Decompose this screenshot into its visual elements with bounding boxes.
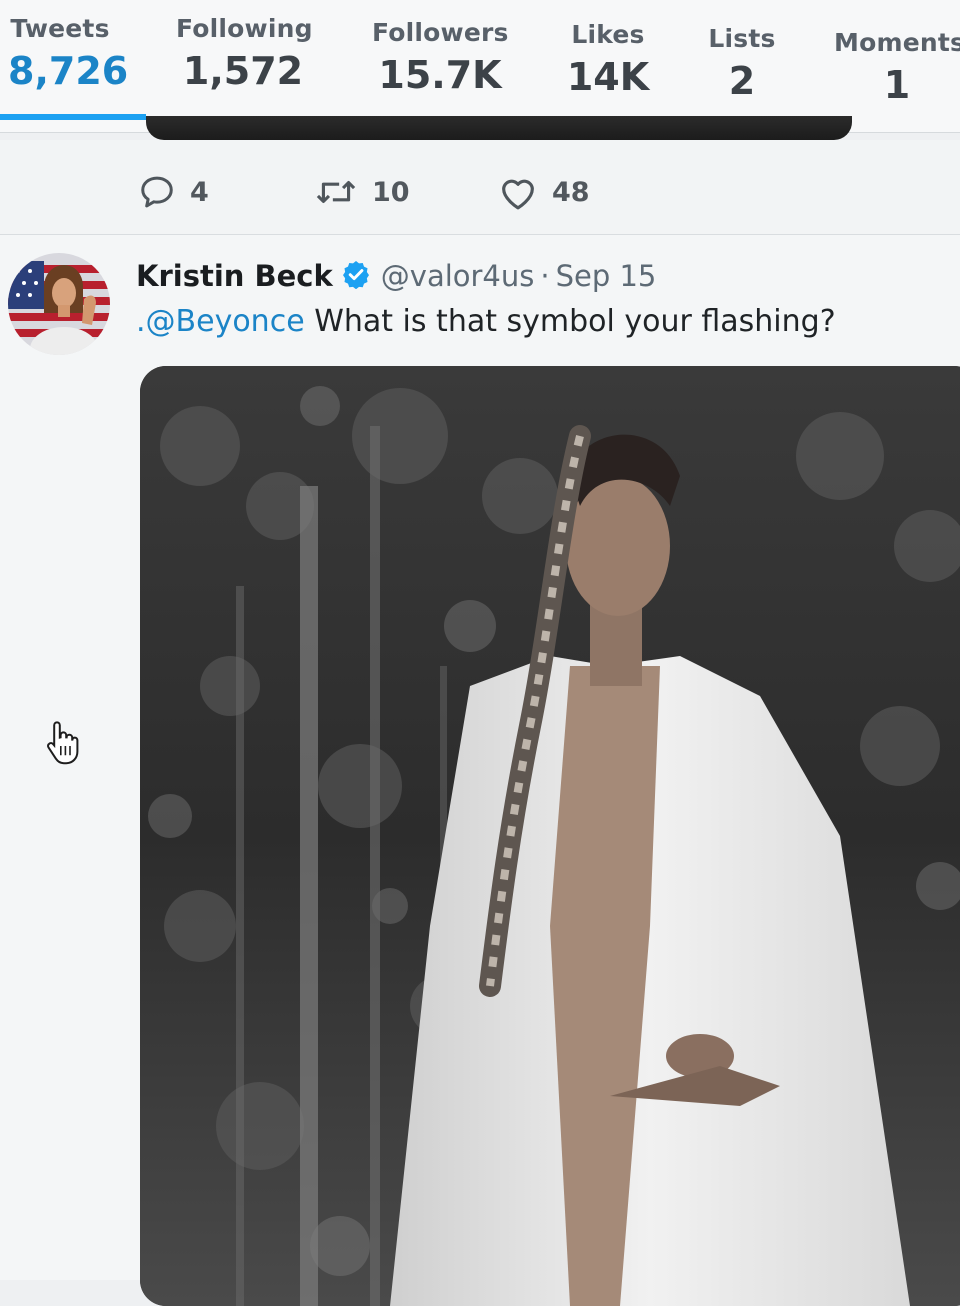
retweet-icon	[314, 173, 358, 211]
reply-icon	[138, 173, 176, 211]
like-icon	[498, 173, 538, 211]
stat-following-value: 1,572	[182, 49, 304, 93]
stat-moments-value: 1	[883, 63, 911, 107]
author-name[interactable]: Kristin Beck	[136, 259, 333, 293]
retweet-count: 10	[372, 176, 410, 208]
stat-tweets-label: Tweets	[10, 14, 110, 43]
stat-lists-label: Lists	[708, 24, 776, 53]
stat-likes[interactable]: Likes 14K	[560, 20, 656, 99]
verified-badge-icon	[341, 259, 371, 293]
like-button[interactable]: 48	[498, 172, 590, 212]
tweet-header: Kristin Beck @valor4us · Sep 15	[136, 254, 656, 298]
stat-moments-label: Moments	[834, 28, 960, 57]
stat-likes-label: Likes	[571, 20, 645, 49]
active-tab-underline	[0, 114, 146, 120]
tweet-photo[interactable]	[140, 366, 960, 1306]
profile-stats-bar: Tweets 8,726 Following 1,572 Followers 1…	[0, 0, 960, 133]
stat-tweets-value: 8,726	[8, 49, 129, 93]
stat-followers-label: Followers	[372, 18, 509, 47]
stat-lists[interactable]: Lists 2	[700, 24, 784, 103]
author-handle[interactable]: @valor4us	[381, 259, 535, 293]
stat-likes-value: 14K	[566, 55, 650, 99]
stat-following-label: Following	[176, 14, 313, 43]
stat-tweets[interactable]: Tweets 8,726	[8, 14, 129, 93]
tweet-date[interactable]: Sep 15	[556, 259, 657, 293]
like-count: 48	[552, 176, 590, 208]
stat-following[interactable]: Following 1,572	[176, 14, 313, 93]
tweet-text: .@Beyonce What is that symbol your flash…	[136, 304, 836, 339]
reply-button[interactable]: 4	[138, 172, 209, 212]
stat-followers[interactable]: Followers 15.7K	[372, 18, 508, 97]
mention-link[interactable]: .@Beyonce	[136, 304, 305, 339]
previous-tweet-media-edge	[146, 116, 852, 140]
hand-pointer-cursor-icon	[44, 718, 80, 770]
stat-lists-value: 2	[728, 59, 756, 103]
reply-count: 4	[190, 176, 209, 208]
tweet-body-text: What is that symbol your flashing?	[304, 304, 836, 339]
retweet-button[interactable]: 10	[314, 172, 410, 212]
stat-moments[interactable]: Moments 1	[834, 28, 960, 107]
header-separator: ·	[540, 259, 550, 293]
avatar[interactable]	[8, 253, 110, 355]
stat-followers-value: 15.7K	[378, 53, 502, 97]
